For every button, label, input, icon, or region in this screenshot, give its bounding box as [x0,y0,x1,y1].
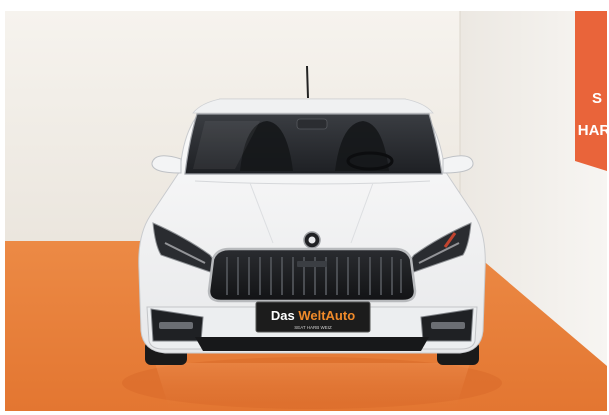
plate-brand: Das WeltAuto [271,308,355,323]
plate-brand-plain: Das [271,308,298,323]
antenna [306,65,309,99]
plate-brand-accent: WeltAuto [298,308,355,323]
car-photo: S HAR Das WeltAuto SEAT HARB WEIZ [5,11,607,411]
wall-sign-line2: HAR [578,122,607,139]
rear-view-mirror [296,118,328,130]
plate-dealer-line: SEAT HARB WEIZ [294,325,332,330]
lower-intake [195,337,429,351]
front-grille [207,247,417,303]
car-front-photo: S HAR Das WeltAuto SEAT HARB WEIZ [5,11,607,411]
wall-sign-line1: S [592,90,602,107]
screenshot-frame: S HAR Das WeltAuto SEAT HARB WEIZ [0,0,609,415]
